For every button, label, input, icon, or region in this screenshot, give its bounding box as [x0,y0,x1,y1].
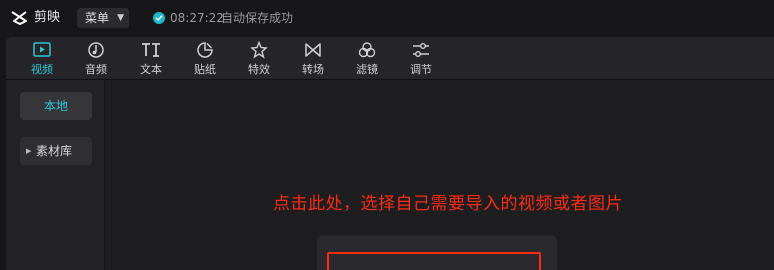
video-icon [33,42,51,57]
chevron-down-icon: ▼ [117,13,124,23]
menu-button[interactable]: 菜单 ▼ [77,8,129,28]
media-panel: 视频 音频 文本 贴纸 特效 转场 滤镜 调节 本地 ▶ 素材库 点击此处，选择… [6,37,774,270]
tab-filter[interactable]: 滤镜 [341,39,393,77]
save-time: 08:27:22 [170,11,224,25]
tab-label: 视频 [31,63,53,76]
save-status: 自动保存成功 [221,11,294,25]
media-content-area: 点击此处，选择自己需要导入的视频或者图片 [105,80,774,270]
sidebar: 本地 ▶ 素材库 [6,80,105,270]
sidebar-item-local[interactable]: 本地 [20,92,92,120]
tab-sticker[interactable]: 贴纸 [179,39,231,77]
app-name: 剪映 [34,10,61,25]
adjust-icon [413,43,429,57]
audio-icon [88,42,104,58]
effects-icon [250,41,268,59]
tab-transition[interactable]: 转场 [287,39,339,77]
title-bar: 剪映 菜单 ▼ 08:27:22 自动保存成功 [0,0,774,36]
tab-label: 文本 [140,63,162,76]
transition-icon [305,43,321,57]
tab-label: 贴纸 [194,63,216,76]
sidebar-item-label: 素材库 [36,144,73,158]
tab-audio[interactable]: 音频 [70,39,122,77]
annotation-hint: 点击此处，选择自己需要导入的视频或者图片 [273,194,623,214]
sidebar-item-library[interactable]: ▶ 素材库 [20,137,92,165]
tab-video[interactable]: 视频 [16,39,68,77]
import-highlight-box [327,252,541,270]
text-icon [142,43,160,57]
capcut-logo-icon [11,11,27,25]
menu-label: 菜单 [85,11,110,25]
tab-label: 调节 [410,63,432,76]
tab-label: 特效 [248,63,270,76]
tab-label: 音频 [85,63,107,76]
asset-toolbar: 视频 音频 文本 贴纸 特效 转场 滤镜 调节 [6,37,774,80]
caret-right-icon: ▶ [26,147,32,155]
sticker-icon [197,42,213,58]
import-card[interactable] [317,235,557,270]
tab-label: 转场 [302,63,324,76]
check-circle-icon [153,12,165,24]
tab-effects[interactable]: 特效 [233,39,285,77]
filter-icon [358,42,376,58]
tab-text[interactable]: 文本 [125,39,177,77]
tab-label: 滤镜 [356,63,378,76]
tab-adjust[interactable]: 调节 [395,39,447,77]
